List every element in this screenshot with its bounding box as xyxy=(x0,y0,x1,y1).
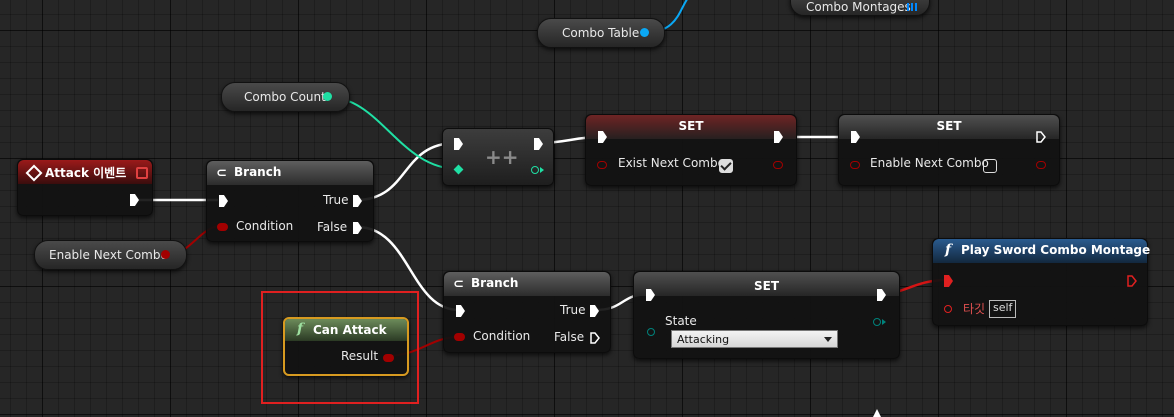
set1-var-label: Exist Next Combo xyxy=(618,156,725,170)
branch1-node[interactable]: ⊂ Branch True Condition False xyxy=(206,160,374,242)
enable-next-combo-get-pin[interactable] xyxy=(161,250,170,259)
play-montage-exec-in[interactable] xyxy=(944,275,953,287)
can-attack-title: Can Attack xyxy=(313,323,387,337)
branch2-condition-label: Condition xyxy=(473,329,531,343)
increment-node[interactable]: ++ xyxy=(442,128,554,186)
set1-value-checkbox[interactable] xyxy=(719,159,733,173)
play-montage-self-value[interactable]: self xyxy=(989,300,1017,318)
branch1-exec-in[interactable] xyxy=(219,195,228,207)
set1-value-pin[interactable] xyxy=(597,161,607,169)
attack-event-exec-out[interactable] xyxy=(130,194,139,206)
can-attack-node[interactable]: f Can Attack Result xyxy=(283,317,409,376)
function-icon: f xyxy=(297,321,304,337)
combo-count-pin[interactable] xyxy=(323,92,332,101)
increment-exec-in[interactable] xyxy=(454,138,463,150)
play-montage-target-pin[interactable] xyxy=(944,305,952,313)
branch1-false-pin[interactable] xyxy=(353,222,362,234)
set-enable-next-combo-node[interactable]: SET Enable Next Combo xyxy=(838,114,1060,186)
play-montage-exec-out[interactable] xyxy=(1127,275,1137,287)
set1-title: SET xyxy=(678,119,704,133)
set1-header: SET xyxy=(586,115,796,139)
set-state-title: SET xyxy=(753,279,780,293)
can-attack-result-pin[interactable] xyxy=(383,354,394,362)
attack-event-header: Attack 이벤트 xyxy=(18,160,152,184)
combo-montages-node[interactable]: Combo Montages xyxy=(790,0,930,16)
branch1-true-label: True xyxy=(323,193,349,207)
set-exist-next-combo-node[interactable]: SET Exist Next Combo xyxy=(585,114,797,186)
increment-out-pin[interactable] xyxy=(531,166,539,174)
branch2-exec-in[interactable] xyxy=(456,305,465,317)
set2-exec-out[interactable] xyxy=(1036,131,1046,143)
attack-event-title: Attack 이벤트 xyxy=(45,166,127,180)
event-diamond-icon xyxy=(25,164,43,182)
can-attack-header: f Can Attack xyxy=(285,319,407,341)
play-montage-target-label: 타깃 xyxy=(963,302,986,316)
set-state-value-pin[interactable] xyxy=(647,328,655,336)
wire-layer xyxy=(138,0,948,357)
play-montage-header: f Play Sword Combo Montage xyxy=(933,239,1151,263)
wire-combo-count xyxy=(327,96,459,170)
set-state-var-label: State xyxy=(665,314,697,328)
combo-montages-label: Combo Montages xyxy=(806,0,911,14)
set-state-node[interactable]: SET State Attacking xyxy=(633,271,900,359)
branch-icon: ⊂ xyxy=(453,277,464,292)
branch1-condition-pin[interactable] xyxy=(217,223,228,231)
state-dropdown[interactable]: Attacking xyxy=(671,330,838,348)
combo-count-label: Combo Count xyxy=(244,90,326,104)
set-state-out-arrow xyxy=(882,319,886,325)
set-state-out-pin[interactable] xyxy=(873,318,881,326)
branch2-node[interactable]: ⊂ Branch True Condition False xyxy=(443,271,611,353)
array-grid-icon[interactable] xyxy=(907,3,917,11)
combo-table-pin[interactable] xyxy=(640,28,649,37)
increment-symbol: ++ xyxy=(485,145,519,169)
blueprint-graph-canvas[interactable]: Combo Montages Combo Table Combo Count A… xyxy=(0,0,1174,417)
set-state-header: SET xyxy=(634,272,899,296)
can-attack-result-label: Result xyxy=(341,349,379,363)
combo-table-label: Combo Table xyxy=(562,26,640,40)
set2-value-pin[interactable] xyxy=(850,161,860,169)
set2-title: SET xyxy=(936,119,962,133)
branch2-true-label: True xyxy=(560,303,586,317)
branch2-condition-pin[interactable] xyxy=(454,333,465,341)
branch1-title: Branch xyxy=(234,165,282,179)
play-montage-title: Play Sword Combo Montage xyxy=(961,243,1151,257)
branch-icon: ⊂ xyxy=(216,166,227,181)
event-delegate-pin[interactable] xyxy=(136,167,148,179)
set1-out-pin[interactable] xyxy=(773,161,783,169)
combo-count-node[interactable]: Combo Count xyxy=(221,82,350,112)
branch2-title: Branch xyxy=(471,276,519,290)
branch2-true-pin[interactable] xyxy=(590,305,599,317)
increment-in-pin[interactable] xyxy=(453,164,464,175)
function-icon: f xyxy=(945,242,952,258)
chevron-down-icon xyxy=(824,337,832,342)
branch1-false-label: False xyxy=(317,220,348,234)
attack-event-node[interactable]: Attack 이벤트 xyxy=(17,159,153,216)
branch1-header: ⊂ Branch xyxy=(207,161,373,185)
enable-next-combo-get-label: Enable Next Combo xyxy=(49,248,168,262)
set2-value-checkbox[interactable] xyxy=(983,159,997,173)
increment-out-arrow xyxy=(540,167,544,173)
branch2-header: ⊂ Branch xyxy=(444,272,610,296)
set2-header: SET xyxy=(839,115,1059,139)
enable-next-combo-get-node[interactable]: Enable Next Combo xyxy=(34,240,187,270)
state-dropdown-value: Attacking xyxy=(677,333,730,346)
branch2-false-pin[interactable] xyxy=(590,332,600,344)
play-sword-combo-montage-node[interactable]: f Play Sword Combo Montage 타깃 self xyxy=(932,238,1151,326)
set2-var-label: Enable Next Combo xyxy=(870,156,989,170)
set2-out-pin[interactable] xyxy=(1036,161,1046,169)
branch2-false-label: False xyxy=(554,330,585,344)
branch1-condition-label: Condition xyxy=(236,219,294,233)
increment-exec-out[interactable] xyxy=(534,138,543,150)
combo-table-node[interactable]: Combo Table xyxy=(537,18,665,48)
branch1-true-pin[interactable] xyxy=(353,195,362,207)
mouse-cursor-icon xyxy=(873,409,881,417)
